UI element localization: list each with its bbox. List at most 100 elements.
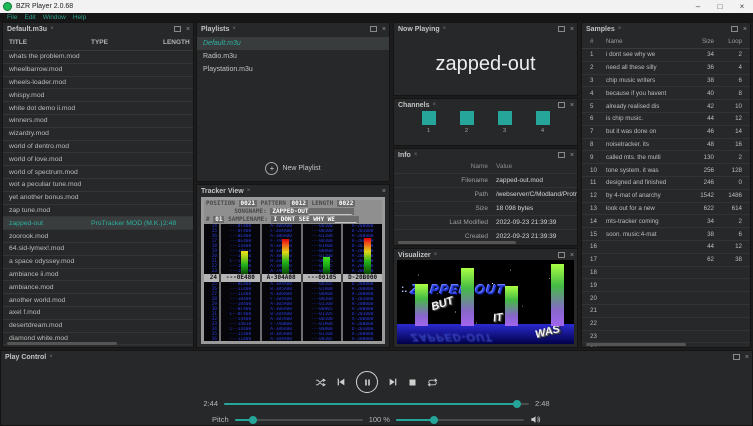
panel-close-icon[interactable]: × <box>570 152 574 159</box>
table-row[interactable]: desertdream.mod <box>3 320 193 333</box>
tab-close-icon[interactable]: × <box>443 26 447 32</box>
speaker-icon[interactable] <box>530 414 541 425</box>
menu-item[interactable]: Edit <box>24 14 35 21</box>
table-row[interactable]: another world.mod <box>3 294 193 307</box>
channel[interactable]: 3 <box>498 111 512 145</box>
menu-item[interactable]: Help <box>73 14 86 21</box>
table-row[interactable]: 14 mts-tracker coming 34 2 <box>582 215 750 228</box>
tab-close-icon[interactable]: × <box>247 188 251 194</box>
table-row[interactable]: ambiance.mod <box>3 281 193 294</box>
panel-close-icon[interactable]: × <box>382 188 386 195</box>
float-icon[interactable] <box>174 26 181 32</box>
table-row[interactable]: 17 62 38 <box>582 254 750 267</box>
tab-close-icon[interactable]: × <box>433 102 437 108</box>
table-row[interactable]: ambiance ii.mod <box>3 269 193 282</box>
table-row[interactable]: 8 noisetracker. its 48 16 <box>582 139 750 152</box>
column-type[interactable]: TYPE <box>91 39 163 46</box>
table-row[interactable]: world of love.mod <box>3 153 193 166</box>
tab-close-icon[interactable]: × <box>232 26 236 32</box>
table-row[interactable]: 4 because if you havent 40 8 <box>582 87 750 100</box>
panel-close-icon[interactable]: × <box>382 26 386 33</box>
float-icon[interactable] <box>731 26 738 32</box>
previous-button[interactable] <box>336 377 346 387</box>
channel[interactable]: 1 <box>422 111 436 145</box>
tab-close-icon[interactable]: × <box>434 252 438 258</box>
table-row[interactable]: 18 <box>582 267 750 280</box>
table-row[interactable]: 9 called mts. the multi 130 2 <box>582 151 750 164</box>
panel-close-icon[interactable]: × <box>570 252 574 259</box>
channel[interactable]: 4 <box>536 111 550 145</box>
table-row[interactable]: wheels-loader.mod <box>3 77 193 90</box>
shuffle-button[interactable] <box>315 377 326 388</box>
panel-close-icon[interactable]: × <box>743 26 747 33</box>
table-row[interactable]: 15 soon. music:4-mat 38 6 <box>582 228 750 241</box>
table-row[interactable]: 10 tone system. it was 256 128 <box>582 164 750 177</box>
table-row[interactable]: a space odyssey.mod <box>3 256 193 269</box>
tab-close-icon[interactable]: × <box>50 26 54 32</box>
table-row[interactable]: world of dentro.mod <box>3 141 193 154</box>
pitch-slider[interactable] <box>235 419 363 421</box>
table-row[interactable]: 1 i dont see why we 34 2 <box>582 49 750 62</box>
table-row[interactable]: axel f.mod <box>3 307 193 320</box>
minimize-icon[interactable]: – <box>687 0 709 13</box>
repeat-button[interactable] <box>427 377 438 388</box>
pause-button[interactable] <box>356 371 378 393</box>
stop-button[interactable] <box>408 378 417 387</box>
float-icon[interactable] <box>558 152 565 158</box>
table-row[interactable]: 22 <box>582 318 750 331</box>
horizontal-scrollbar[interactable] <box>398 241 516 244</box>
list-item[interactable]: Playstation.m3u <box>197 63 389 76</box>
float-icon[interactable] <box>558 102 565 108</box>
tab-close-icon[interactable]: × <box>414 152 418 158</box>
table-row[interactable]: wizardry.mod <box>3 128 193 141</box>
volume-slider-handle[interactable] <box>430 416 438 424</box>
maximize-icon[interactable]: □ <box>709 0 731 13</box>
table-row[interactable]: 19 <box>582 279 750 292</box>
table-row[interactable]: zoorook.mod <box>3 230 193 243</box>
table-row[interactable]: whispy.mod <box>3 89 193 102</box>
panel-close-icon[interactable]: × <box>570 102 574 109</box>
table-row[interactable]: 5 already realised dis 42 10 <box>582 100 750 113</box>
table-row[interactable]: 7 but it was done on 46 14 <box>582 126 750 139</box>
menu-item[interactable]: File <box>7 14 17 21</box>
pitch-slider-handle[interactable] <box>249 416 257 424</box>
column-title[interactable]: TITLE <box>3 39 91 46</box>
table-row[interactable]: 11 designed and finished 246 0 <box>582 177 750 190</box>
list-item[interactable]: Radio.m3u <box>197 50 389 63</box>
table-row[interactable]: 64.sid-lymex!.mod <box>3 243 193 256</box>
horizontal-scrollbar[interactable] <box>7 342 117 345</box>
column-name[interactable]: Name <box>606 38 680 45</box>
table-row[interactable]: 2 need all these silly 36 4 <box>582 62 750 75</box>
float-icon[interactable] <box>733 354 740 360</box>
table-row[interactable]: white dot demo ii.mod <box>3 102 193 115</box>
table-row[interactable]: zap tune.mod <box>3 205 193 218</box>
column-length[interactable]: LENGTH <box>163 39 193 46</box>
table-row[interactable]: zapped-out ProTracker MOD (M.K.) 2:48 <box>3 217 193 230</box>
table-row[interactable]: 12 by 4-mat of anarchy 1542 1486 <box>582 190 750 203</box>
menu-item[interactable]: Window <box>43 14 66 21</box>
column-loop[interactable]: Loop <box>714 38 750 45</box>
table-row[interactable]: 3 chip music writers 38 6 <box>582 75 750 88</box>
table-row[interactable]: whats the problem.mod <box>3 51 193 64</box>
panel-close-icon[interactable]: × <box>570 26 574 33</box>
table-row[interactable]: 16 44 12 <box>582 241 750 254</box>
horizontal-scrollbar[interactable] <box>586 343 686 346</box>
panel-close-icon[interactable]: × <box>186 26 190 33</box>
list-item[interactable]: Default.m3u <box>197 37 389 50</box>
volume-slider[interactable] <box>396 419 524 421</box>
seek-slider-handle[interactable] <box>513 400 521 408</box>
table-row[interactable]: 13 look out for a new 622 614 <box>582 203 750 216</box>
table-row[interactable]: 23 <box>582 331 750 344</box>
table-row[interactable]: 21 <box>582 305 750 318</box>
channel[interactable]: 2 <box>460 111 474 145</box>
table-row[interactable]: world of spectrum.mod <box>3 166 193 179</box>
table-row[interactable]: 20 <box>582 292 750 305</box>
table-row[interactable]: 6 is chip music. 44 12 <box>582 113 750 126</box>
column-number[interactable]: # <box>582 38 606 45</box>
table-row[interactable]: dimensions.mod <box>3 345 193 348</box>
table-row[interactable]: yet another bonus.mod <box>3 192 193 205</box>
table-row[interactable]: winners.mod <box>3 115 193 128</box>
close-icon[interactable]: × <box>731 0 753 13</box>
new-playlist-button[interactable]: + New Playlist <box>197 162 389 175</box>
panel-close-icon[interactable]: × <box>745 354 749 361</box>
